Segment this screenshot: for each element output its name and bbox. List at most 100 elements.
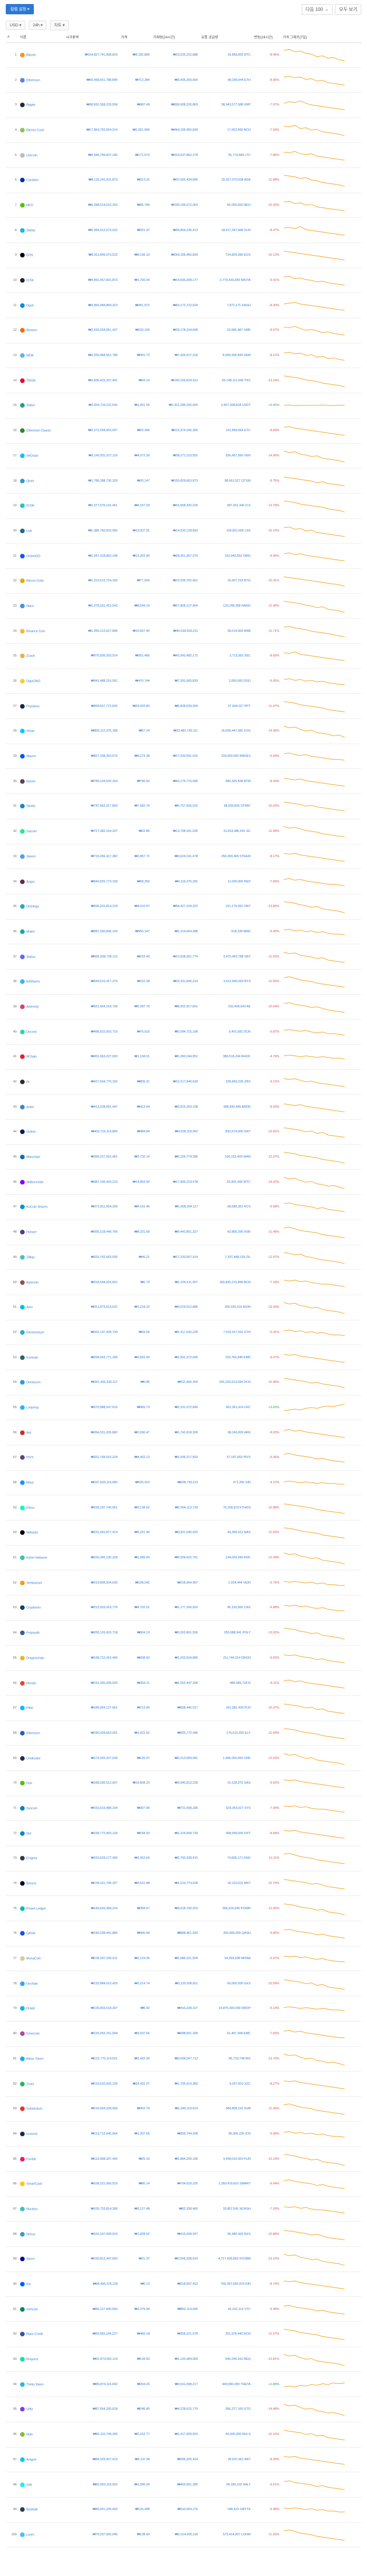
table-row[interactable]: 32 Siacoin ₩727,382,104,337 ₩22.86 ₩13,708,3… <box>6 819 361 845</box>
market-cap-cell[interactable]: ₩239,187,740,551 <box>64 1495 119 1521</box>
volume-cell[interactable]: ₩2,506,338,914 <box>151 2246 200 2272</box>
price-sparkline[interactable] <box>283 1848 346 1868</box>
coin-name-link[interactable]: Qtum <box>26 479 34 483</box>
volume-cell[interactable]: ₩6,838,639,004 <box>151 693 200 720</box>
coin-name-link[interactable]: Vertcoin <box>26 2308 38 2311</box>
market-cap-cell[interactable]: ₩2,836,415,207,441 <box>64 368 119 394</box>
market-cap-cell[interactable]: ₩387,106,433,215 <box>64 1169 119 1195</box>
name-cell[interactable]: Dash <box>18 292 64 319</box>
coin-name-link[interactable]: Ardor <box>26 1105 34 1109</box>
price-sparkline[interactable] <box>283 221 346 240</box>
name-cell[interactable]: Ethos <box>18 1495 64 1521</box>
market-cap-cell[interactable]: ₩108,221,066,519 <box>64 2171 119 2197</box>
coin-name-link[interactable]: OmiseGO <box>26 554 40 558</box>
price-sparkline[interactable] <box>283 1548 346 1568</box>
coin-name-link[interactable]: Nxt <box>26 1832 31 1835</box>
coin-name-link[interactable]: Gas <box>26 1782 32 1785</box>
volume-cell[interactable]: ₩903,772,446 <box>151 1721 200 1746</box>
name-cell[interactable]: Bytom <box>18 768 64 795</box>
price-cell[interactable]: ₩712,384 <box>119 67 151 93</box>
price-cell[interactable]: ₩158.93 <box>119 1820 151 1846</box>
sparkline-cell[interactable] <box>281 1796 361 1821</box>
name-cell[interactable]: DigixDAO <box>18 669 64 694</box>
market-cap-cell[interactable]: ₩294,063,771,189 <box>64 1344 119 1370</box>
price-cell[interactable]: ₩805.31 <box>119 1069 151 1095</box>
volume-cell[interactable]: ₩5,757,926,522 <box>151 793 200 819</box>
price-cell[interactable]: ₩313.31 <box>119 167 151 193</box>
price-sparkline[interactable] <box>283 897 346 916</box>
market-cap-cell[interactable]: ₩2,272,028,603,007 <box>64 418 119 444</box>
price-cell[interactable]: ₩790.92 <box>119 768 151 795</box>
table-row[interactable]: 57 PIVX ₩251,748,016,224 ₩4,402.13 ₩1,006,21… <box>6 1445 361 1471</box>
coin-name-link[interactable]: Stratis <box>26 805 36 808</box>
name-cell[interactable]: Waltonchain <box>18 1169 64 1195</box>
sparkline-cell[interactable] <box>281 518 361 544</box>
price-sparkline[interactable] <box>283 146 346 165</box>
coin-name-link[interactable]: Request <box>26 2358 38 2362</box>
price-sparkline[interactable] <box>283 2174 346 2194</box>
sparkline-cell[interactable] <box>281 793 361 819</box>
table-row[interactable]: 76 QASH ₩140,238,441,880 ₩400.68 ₩888,461,03… <box>6 1921 361 1946</box>
name-cell[interactable]: Verge <box>18 718 64 744</box>
market-cap-cell[interactable]: ₩126,052,761,004 <box>64 2021 119 2047</box>
table-row[interactable]: 5 Litecoin ₩9,586,789,837,195 ₩171,573 ₩319,… <box>6 142 361 168</box>
price-cell[interactable]: ₩108,042 <box>119 1570 151 1596</box>
name-cell[interactable]: Electroneum <box>18 1320 64 1346</box>
price-cell[interactable]: ₩14,893.50 <box>119 1169 151 1195</box>
sparkline-cell[interactable] <box>281 393 361 419</box>
market-cap-cell[interactable]: ₩105,733,814,306 <box>64 2196 119 2222</box>
price-sparkline[interactable] <box>283 1373 346 1392</box>
coin-name-link[interactable]: Cindicator <box>26 1757 41 1760</box>
price-cell[interactable]: ₩465.18 <box>119 2321 151 2347</box>
table-row[interactable]: 79 Dropil ₩129,403,518,337 ₩5.42 ₩410,228,10… <box>6 1996 361 2022</box>
market-cap-cell[interactable]: ₩89,874,115,002 <box>64 2371 119 2398</box>
price-sparkline[interactable] <box>283 1949 346 1968</box>
sparkline-cell[interactable] <box>281 193 361 218</box>
sparkline-cell[interactable] <box>281 643 361 669</box>
price-sparkline[interactable] <box>283 1648 346 1668</box>
name-cell[interactable]: KuCoin Shares <box>18 1194 64 1220</box>
sparkline-cell[interactable] <box>281 2371 361 2398</box>
sparkline-cell[interactable] <box>281 1144 361 1170</box>
sparkline-cell[interactable] <box>281 268 361 294</box>
col-market-cap[interactable]: 시가총액 <box>64 32 119 43</box>
table-row[interactable]: 69 Cindicator ₩174,205,337,528 ₩120.47 ₩2,21… <box>6 1745 361 1771</box>
col-price[interactable]: 가격 <box>119 32 151 43</box>
table-row[interactable]: 35 Ontology ₩606,231,814,218 ₩4,010.07 ₩58,4… <box>6 894 361 920</box>
price-cell[interactable]: ₩2,857.71 <box>119 844 151 870</box>
sparkline-cell[interactable] <box>281 2472 361 2497</box>
volume-cell[interactable]: ₩3,811,045,920 <box>151 1520 200 1546</box>
coin-name-link[interactable]: Zcash <box>26 655 35 658</box>
volume-cell[interactable]: ₩23,226,210,888 <box>151 42 200 68</box>
price-sparkline[interactable] <box>283 1723 346 1743</box>
table-row[interactable]: 94 Theta Token ₩89,874,115,002 ₩204.26 ₩3,61… <box>6 2371 361 2398</box>
table-row[interactable]: 56 Ark ₩264,331,205,882 ₩2,690.47 ₩1,742,618… <box>6 1420 361 1445</box>
volume-cell[interactable]: ₩3,618,700,203 <box>151 1895 200 1922</box>
price-cell[interactable]: ₩8,321.69 <box>119 1219 151 1245</box>
table-row[interactable]: 84 Iconomi ₩113,712,040,664 ₩1,307.55 ₩306,7… <box>6 2121 361 2147</box>
table-row[interactable]: 46 Waltonchain ₩387,106,433,215 ₩14,893.50 ₩… <box>6 1169 361 1195</box>
price-sparkline[interactable] <box>283 1999 346 2018</box>
volume-cell[interactable]: ₩12,608,301,774 <box>151 944 200 970</box>
name-cell[interactable]: Ripple <box>18 92 64 118</box>
name-cell[interactable]: Monero <box>18 318 64 343</box>
price-cell[interactable]: ₩163.40 <box>119 944 151 970</box>
volume-cell[interactable]: ₩1,382,044,951 <box>151 1044 200 1070</box>
price-cell[interactable]: ₩204.26 <box>119 2371 151 2398</box>
price-sparkline[interactable] <box>283 1072 346 1092</box>
coin-name-link[interactable]: Ethereum Classic <box>26 429 51 433</box>
sparkline-cell[interactable] <box>281 1269 361 1295</box>
table-row[interactable]: 23 Nano ₩1,078,331,415,543 ₩8,094.19 ₩27,808… <box>6 593 361 619</box>
name-cell[interactable]: Maker <box>18 919 64 945</box>
market-cap-cell[interactable]: ₩427,504,770,192 <box>64 1069 119 1095</box>
price-cell[interactable]: ₩3,521.88 <box>119 1871 151 1897</box>
table-row[interactable]: 97 Aragon ₩84,325,007,413 ₩2,111.38 ₩296,220… <box>6 2447 361 2473</box>
table-row[interactable]: 58 Mixin ₩247,620,119,083 ₩525,410 ₩628,730,… <box>6 1470 361 1496</box>
sparkline-cell[interactable] <box>281 1495 361 1521</box>
market-cap-cell[interactable]: ₩606,231,814,218 <box>64 894 119 920</box>
coin-name-link[interactable]: Ark <box>26 1431 31 1434</box>
market-cap-cell[interactable]: ₩174,205,337,528 <box>64 1745 119 1771</box>
volume-cell[interactable]: ₩2,014,605,118 <box>151 2522 200 2548</box>
price-cell[interactable]: ₩1,158.01 <box>119 1044 151 1070</box>
name-cell[interactable]: MonaCoin <box>18 1946 64 1972</box>
